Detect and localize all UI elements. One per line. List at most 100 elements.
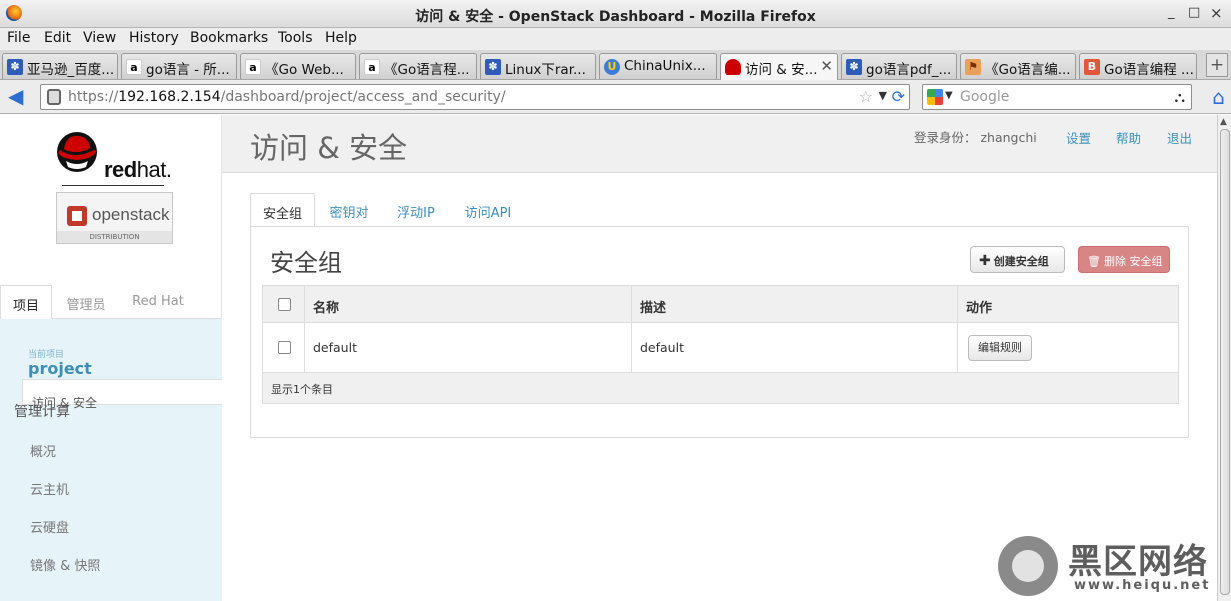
menu-history[interactable]: History (129, 30, 179, 46)
browser-tab[interactable]: ✽ 亚马逊_百度... (2, 53, 118, 79)
help-link[interactable]: 帮助 (1116, 128, 1141, 147)
page-title: 访问 & 安全 (250, 131, 408, 165)
engine-dropdown-icon[interactable]: ▼ (945, 90, 953, 101)
watermark: 黑区网络 www.heiqu.net (998, 534, 1223, 598)
column-divider (957, 286, 958, 372)
tab-label: 亚马逊_百度... (27, 62, 115, 78)
redhat-logo: redhat. (54, 131, 174, 182)
divider (62, 185, 164, 186)
sidebar-nav-panel: 当前项目 project 管理计算 概况 云主机 云硬盘 镜像 & 快照 (0, 319, 222, 601)
row-checkbox[interactable] (278, 341, 291, 354)
menu-help[interactable]: Help (325, 30, 357, 46)
openstack-wordmark: openstack (92, 205, 170, 224)
bookmark-star-icon[interactable]: ☆ (859, 87, 873, 106)
window-title-bar: 访问 & 安全 - OpenStack Dashboard - Mozilla … (0, 0, 1231, 28)
plus-icon: ✚ (979, 253, 991, 269)
tab-label: go语言pdf_... (866, 62, 952, 78)
menu-bar: File Edit View History Bookmarks Tools H… (0, 28, 1231, 50)
browser-tab[interactable]: U ChinaUnix... (599, 53, 717, 79)
menu-file[interactable]: File (7, 30, 30, 46)
sidebar-tab-project[interactable]: 项目 (0, 285, 52, 320)
minimize-icon[interactable]: _ (1168, 5, 1175, 20)
lock-icon (47, 89, 61, 105)
scrollbar-thumb[interactable] (1220, 129, 1230, 595)
security-groups-panel: 安全组 ✚ 创建安全组 🗑 删除 安全组 名称 描述 动作 default defa… (250, 226, 1189, 438)
menu-view[interactable]: View (83, 30, 116, 46)
search-box[interactable]: ▼ Google ⛬ (922, 84, 1192, 110)
sidebar-item-instances[interactable]: 云主机 (30, 479, 69, 498)
login-status: 登录身份： zhangchi (914, 130, 1037, 145)
reload-icon[interactable]: ⟳ (892, 87, 905, 106)
back-arrow-icon[interactable]: ◀ (8, 86, 30, 108)
create-security-group-button[interactable]: ✚ 创建安全组 (970, 246, 1065, 273)
sidebar-tab-admin[interactable]: 管理员 (58, 285, 114, 319)
trash-icon: 🗑 (1087, 255, 1101, 268)
tab-label: Go语言编程 ... (1104, 62, 1194, 78)
sidebar-tabs: 项目 管理员 Red Hat (0, 285, 222, 320)
close-icon[interactable]: × (1210, 4, 1223, 22)
url-dropdown-icon[interactable]: ▼ (879, 89, 887, 102)
browser-tab-active[interactable]: 访问 & 安... ✕ (720, 53, 838, 80)
paw-icon: ✽ (485, 59, 501, 75)
b-icon: B (1084, 59, 1100, 75)
distribution-label: DISTRIBUTION (57, 231, 172, 243)
openstack-box-icon (67, 206, 87, 226)
page-tabs: 安全组 密钥对 浮动IP 访问API (250, 193, 1190, 228)
new-tab-button[interactable]: + (1206, 53, 1228, 77)
browser-tab[interactable]: ✽ Linux下rar... (480, 53, 596, 79)
search-placeholder: Google (960, 89, 1010, 105)
menu-tools[interactable]: Tools (278, 30, 313, 46)
maximize-icon[interactable]: □ (1188, 5, 1200, 20)
tab-label: Linux下rar... (505, 62, 586, 78)
tab-keypairs[interactable]: 密钥对 (318, 193, 380, 227)
browser-tab[interactable]: a 《Go Web... (240, 53, 356, 79)
url-bar[interactable]: https://192.168.2.154/dashboard/project/… (40, 84, 910, 110)
current-project-selector[interactable]: project (28, 359, 92, 378)
tab-security-groups[interactable]: 安全组 (250, 193, 315, 228)
scroll-up-icon[interactable]: ▲ (1220, 117, 1227, 127)
logout-link[interactable]: 退出 (1167, 128, 1192, 147)
settings-link[interactable]: 设置 (1066, 128, 1091, 147)
select-all-checkbox[interactable] (278, 298, 291, 311)
delete-security-group-button[interactable]: 🗑 删除 安全组 (1078, 246, 1170, 273)
button-label: 创建安全组 (993, 255, 1049, 268)
row-description: default (640, 340, 684, 355)
vertical-scrollbar[interactable]: ▲ (1217, 115, 1231, 601)
browser-tab[interactable]: ⚑ 《Go语言编... (960, 53, 1076, 79)
sidebar-item-label: 访问 & 安全 (32, 396, 97, 410)
menu-edit[interactable]: Edit (44, 30, 71, 46)
home-icon[interactable]: ⌂ (1212, 85, 1225, 109)
panel-title: 安全组 (270, 249, 342, 277)
watermark-logo-icon (998, 536, 1058, 596)
sidebar-item-overview[interactable]: 概况 (30, 441, 56, 460)
window-title: 访问 & 安全 - OpenStack Dashboard - Mozilla … (415, 9, 816, 25)
binoculars-icon[interactable]: ⛬ (1174, 88, 1185, 106)
amazon-icon: a (126, 59, 142, 75)
sidebar-item-volumes[interactable]: 云硬盘 (30, 517, 69, 536)
amazon-icon: a (245, 59, 261, 75)
tab-label: go语言 - 所... (146, 62, 230, 78)
tab-api-access[interactable]: 访问API (455, 193, 521, 227)
url-text: https://192.168.2.154/dashboard/project/… (68, 89, 506, 105)
browser-tab[interactable]: B Go语言编程 ... (1079, 53, 1197, 79)
amazon-icon: a (364, 59, 380, 75)
watermark-text: 黑区网络 (1068, 542, 1208, 582)
google-icon[interactable] (927, 89, 943, 105)
edit-rules-button[interactable]: 编辑规则 (968, 335, 1032, 361)
browser-tab[interactable]: a go语言 - 所... (121, 53, 237, 79)
tab-floating-ips[interactable]: 浮动IP (385, 193, 447, 227)
sidebar-item-access-security[interactable]: 访问 & 安全 (22, 379, 227, 410)
column-header-name[interactable]: 名称 (313, 297, 339, 316)
redhat-wordmark: redhat. (104, 157, 172, 182)
chinaunix-icon: U (604, 59, 620, 75)
column-divider (304, 286, 305, 372)
browser-tab[interactable]: a 《Go语言程... (359, 53, 477, 79)
menu-bookmarks[interactable]: Bookmarks (190, 30, 268, 46)
sidebar-tab-redhat[interactable]: Red Hat (124, 285, 192, 319)
button-label: 删除 安全组 (1103, 255, 1163, 268)
column-header-description[interactable]: 描述 (640, 297, 666, 316)
browser-tab[interactable]: ✽ go语言pdf_... (841, 53, 957, 79)
sidebar-item-images[interactable]: 镜像 & 快照 (30, 555, 100, 574)
paw-icon: ✽ (846, 59, 862, 75)
close-tab-icon[interactable]: ✕ (820, 57, 833, 75)
